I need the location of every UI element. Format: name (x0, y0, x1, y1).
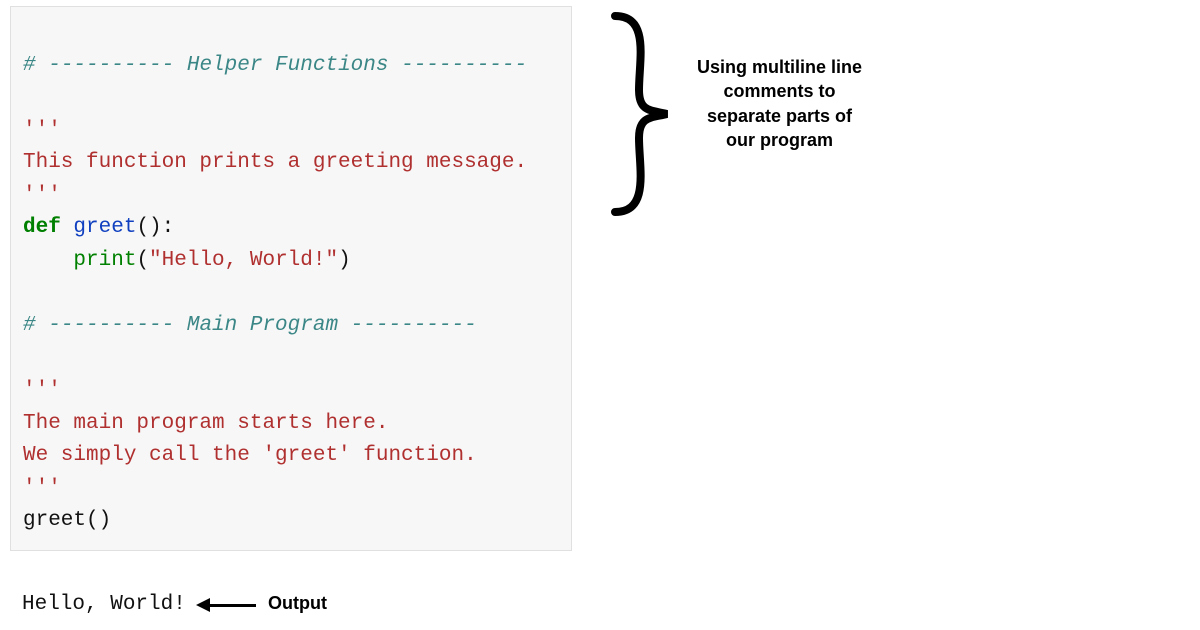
comment-header-2: # ---------- Main Program ---------- (23, 314, 477, 337)
docstring-close-2: ''' (23, 477, 61, 500)
call-line: greet() (23, 509, 111, 532)
output-text: Hello, World! (22, 593, 186, 616)
docstring-body-2a: The main program starts here. (23, 412, 388, 435)
code-block: # ---------- Helper Functions ----------… (10, 6, 572, 551)
curly-brace-icon (595, 10, 685, 218)
docstring-close-1: ''' (23, 184, 61, 207)
output-label: Output (268, 593, 327, 614)
comment-header-1: # ---------- Helper Functions ---------- (23, 54, 527, 77)
print-line: print("Hello, World!") (23, 249, 351, 272)
docstring-open-2: ''' (23, 379, 61, 402)
docstring-body-1: This function prints a greeting message. (23, 151, 527, 174)
def-line: def greet(): (23, 216, 174, 239)
annotation-caption: Using multiline line comments to separat… (692, 55, 867, 152)
docstring-body-2b: We simply call the 'greet' function. (23, 444, 477, 467)
docstring-open-1: ''' (23, 119, 61, 142)
arrow-left-icon (196, 601, 256, 609)
